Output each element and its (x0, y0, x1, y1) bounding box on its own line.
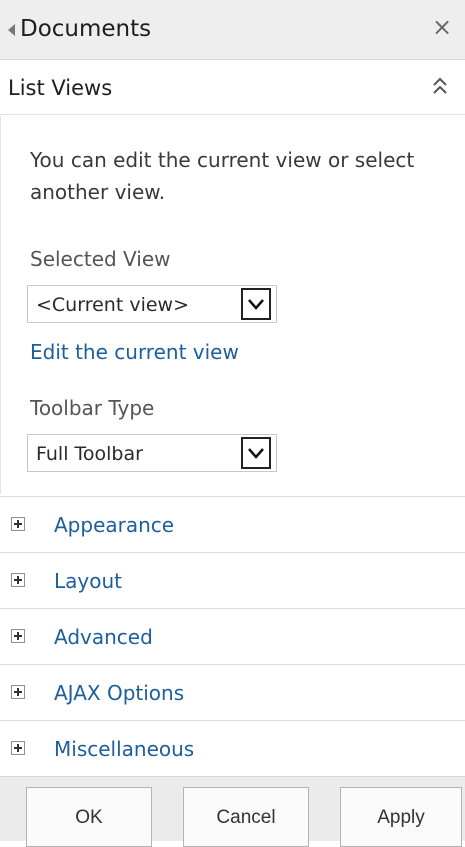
toolbar-type-value: Full Toolbar (36, 443, 143, 465)
tool-pane-title-bar: Documents × (0, 0, 465, 60)
selected-view-value: <Current view> (36, 294, 189, 316)
chevron-down-icon[interactable] (241, 437, 271, 469)
layout-section[interactable]: Layout (0, 552, 465, 608)
cancel-button[interactable]: Cancel (183, 787, 309, 847)
tool-pane: Documents × List Views You can edit the … (0, 0, 465, 847)
plus-box-icon[interactable] (11, 629, 25, 643)
selected-view-label: Selected View (30, 247, 171, 271)
edit-current-view-link[interactable]: Edit the current view (30, 338, 239, 366)
close-icon[interactable]: × (429, 12, 455, 42)
appearance-section[interactable]: Appearance (0, 496, 465, 552)
ajax-options-section-label[interactable]: AJAX Options (54, 679, 184, 707)
advanced-section[interactable]: Advanced (0, 608, 465, 664)
list-views-header[interactable]: List Views (0, 60, 465, 115)
layout-section-label[interactable]: Layout (54, 567, 122, 595)
tool-pane-footer: OK Cancel Apply (0, 776, 465, 847)
apply-button[interactable]: Apply (340, 787, 462, 847)
ajax-options-section[interactable]: AJAX Options (0, 664, 465, 720)
chevron-down-icon[interactable] (241, 288, 271, 320)
plus-box-icon[interactable] (11, 517, 25, 531)
plus-box-icon[interactable] (11, 741, 25, 755)
double-chevron-up-icon[interactable] (429, 74, 451, 100)
list-views-title: List Views (8, 76, 113, 100)
ok-button[interactable]: OK (26, 787, 152, 847)
back-arrow-icon[interactable] (8, 24, 15, 36)
selected-view-dropdown[interactable]: <Current view> (27, 285, 277, 323)
plus-box-icon[interactable] (11, 685, 25, 699)
miscellaneous-section[interactable]: Miscellaneous (0, 720, 465, 776)
appearance-section-label[interactable]: Appearance (54, 511, 174, 539)
toolbar-type-label: Toolbar Type (30, 396, 155, 420)
toolbar-type-dropdown[interactable]: Full Toolbar (27, 434, 277, 472)
tool-pane-title: Documents (20, 16, 152, 42)
miscellaneous-section-label[interactable]: Miscellaneous (54, 735, 194, 763)
list-views-intro: You can edit the current view or select … (30, 148, 415, 204)
plus-box-icon[interactable] (11, 573, 25, 587)
advanced-section-label[interactable]: Advanced (54, 623, 153, 651)
